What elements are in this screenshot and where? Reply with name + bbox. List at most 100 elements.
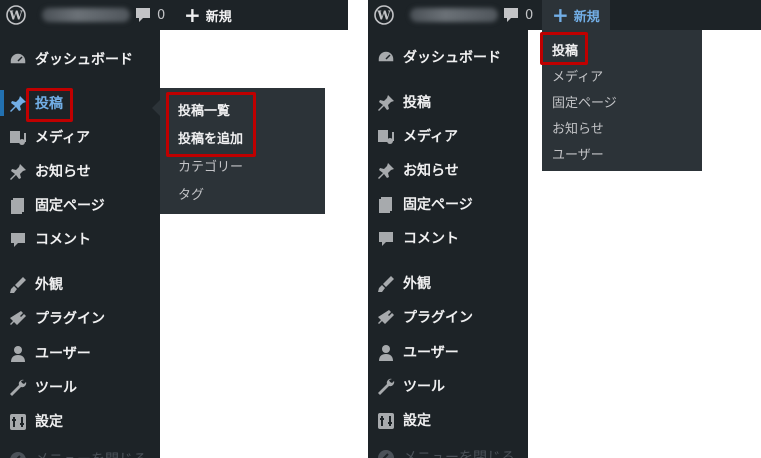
comment-icon	[136, 8, 150, 22]
menu-dashboard[interactable]: ダッシュボード	[368, 40, 528, 74]
menu-label: ダッシュボード	[403, 50, 501, 66]
wordpress-logo-icon: W	[6, 5, 26, 25]
menu-label: 固定ページ	[35, 198, 105, 214]
pin-icon	[378, 95, 394, 111]
page-icon	[11, 198, 24, 214]
menu-label: 外観	[403, 276, 431, 292]
menu-tools[interactable]: ツール	[368, 369, 528, 403]
highlight-box-new-post	[540, 32, 588, 65]
dropdown-new-media[interactable]: メディア	[552, 66, 603, 85]
admin-sidebar: ダッシュボード 投稿 メディア お知らせ 固定ページ コメント 外観 プラグイン…	[0, 30, 160, 458]
menu-label: ツール	[403, 379, 445, 395]
menu-settings[interactable]: 設定	[0, 404, 160, 438]
menu-label: 固定ページ	[403, 197, 473, 213]
new-content-button[interactable]: + 新規	[542, 0, 610, 30]
highlight-box-flyout-items	[166, 92, 256, 157]
user-icon	[379, 345, 393, 361]
comment-icon	[504, 8, 518, 22]
menu-label: メニューを閉じる	[403, 450, 515, 458]
admin-sidebar: ダッシュボード 投稿 メディア お知らせ 固定ページ コメント 外観 プラグイン…	[368, 30, 528, 458]
new-content-button[interactable]: + 新規	[184, 0, 238, 30]
comment-count: 0	[525, 7, 534, 23]
menu-label: ユーザー	[35, 346, 91, 362]
submenu-tags[interactable]: タグ	[178, 184, 204, 203]
menu-users[interactable]: ユーザー	[0, 336, 160, 370]
page-icon	[379, 197, 392, 213]
pin-icon	[378, 163, 394, 179]
menu-posts[interactable]: 投稿	[368, 85, 528, 119]
menu-pages[interactable]: 固定ページ	[0, 188, 160, 222]
menu-media[interactable]: メディア	[368, 119, 528, 153]
wordpress-logo-icon: W	[374, 5, 394, 25]
menu-comments[interactable]: コメント	[368, 221, 528, 255]
menu-notices[interactable]: お知らせ	[0, 154, 160, 188]
menu-appearance[interactable]: 外観	[0, 267, 160, 301]
collapse-icon	[378, 450, 394, 458]
plugin-icon	[10, 311, 26, 325]
brush-icon	[378, 276, 394, 292]
menu-plugins[interactable]: プラグイン	[0, 301, 160, 335]
menu-label: プラグイン	[403, 310, 473, 326]
menu-dashboard[interactable]: ダッシュボード	[0, 42, 160, 76]
wrench-icon	[10, 379, 27, 396]
menu-appearance[interactable]: 外観	[368, 266, 528, 300]
pin-icon	[10, 164, 26, 180]
site-name-link[interactable]	[42, 0, 130, 30]
menu-label: メディア	[403, 129, 459, 145]
left-panel: W 0 + 新規 ダッシュボード 投稿 メディア お知らせ 固定ページ コメント…	[0, 0, 348, 458]
menu-users[interactable]: ユーザー	[368, 335, 528, 369]
menu-label: 外観	[35, 277, 63, 293]
menu-pages[interactable]: 固定ページ	[368, 187, 528, 221]
menu-label: メニューを閉じる	[35, 449, 147, 458]
settings-icon	[378, 413, 394, 429]
wordpress-logo-button[interactable]: W	[374, 0, 394, 30]
admin-bar: W 0 + 新規	[0, 0, 348, 30]
dropdown-new-user[interactable]: ユーザー	[552, 144, 604, 163]
site-name-link[interactable]	[410, 0, 498, 30]
menu-tools[interactable]: ツール	[0, 370, 160, 404]
menu-label: 設定	[403, 413, 431, 429]
dashboard-icon	[377, 50, 395, 63]
brush-icon	[10, 277, 26, 293]
settings-icon	[10, 414, 26, 430]
menu-settings[interactable]: 設定	[368, 403, 528, 437]
menu-label: ユーザー	[403, 345, 459, 361]
admin-bar: W 0 + 新規	[368, 0, 761, 30]
menu-label: コメント	[403, 231, 459, 247]
pin-icon	[10, 96, 26, 112]
svg-text:W: W	[376, 9, 391, 23]
menu-label: ツール	[35, 380, 77, 396]
dropdown-new-page[interactable]: 固定ページ	[552, 92, 617, 111]
comment-count: 0	[157, 7, 166, 23]
plugin-icon	[378, 310, 394, 324]
menu-media[interactable]: メディア	[0, 120, 160, 154]
menu-label: メディア	[35, 130, 91, 146]
media-icon	[378, 130, 394, 144]
svg-text:W: W	[8, 9, 23, 23]
right-panel: W 0 + 新規 ダッシュボード 投稿 メディア お知らせ 固定ページ コメント…	[368, 0, 761, 458]
comment-icon	[11, 233, 25, 247]
menu-notices[interactable]: お知らせ	[368, 153, 528, 187]
menu-collapse[interactable]: メニューを閉じる	[368, 440, 528, 458]
media-icon	[10, 131, 26, 145]
menu-label: ダッシュボード	[35, 52, 133, 68]
menu-label: お知らせ	[403, 163, 459, 179]
submenu-categories[interactable]: カテゴリー	[178, 156, 243, 175]
menu-plugins[interactable]: プラグイン	[368, 300, 528, 334]
menu-label: コメント	[35, 232, 91, 248]
wordpress-logo-button[interactable]: W	[6, 0, 26, 30]
comments-link[interactable]: 0	[503, 0, 533, 30]
dashboard-icon	[9, 52, 27, 65]
menu-comments[interactable]: コメント	[0, 222, 160, 256]
new-label: 新規	[573, 9, 600, 25]
dropdown-new-notice[interactable]: お知らせ	[552, 118, 604, 137]
wrench-icon	[378, 378, 395, 395]
plus-icon: +	[552, 3, 569, 27]
menu-label: お知らせ	[35, 164, 91, 180]
menu-label: プラグイン	[35, 311, 105, 327]
plus-icon: +	[184, 3, 201, 27]
menu-collapse[interactable]: メニューを閉じる	[0, 442, 160, 458]
comment-icon	[379, 232, 393, 246]
comments-link[interactable]: 0	[135, 0, 165, 30]
menu-posts[interactable]: 投稿	[0, 86, 160, 120]
